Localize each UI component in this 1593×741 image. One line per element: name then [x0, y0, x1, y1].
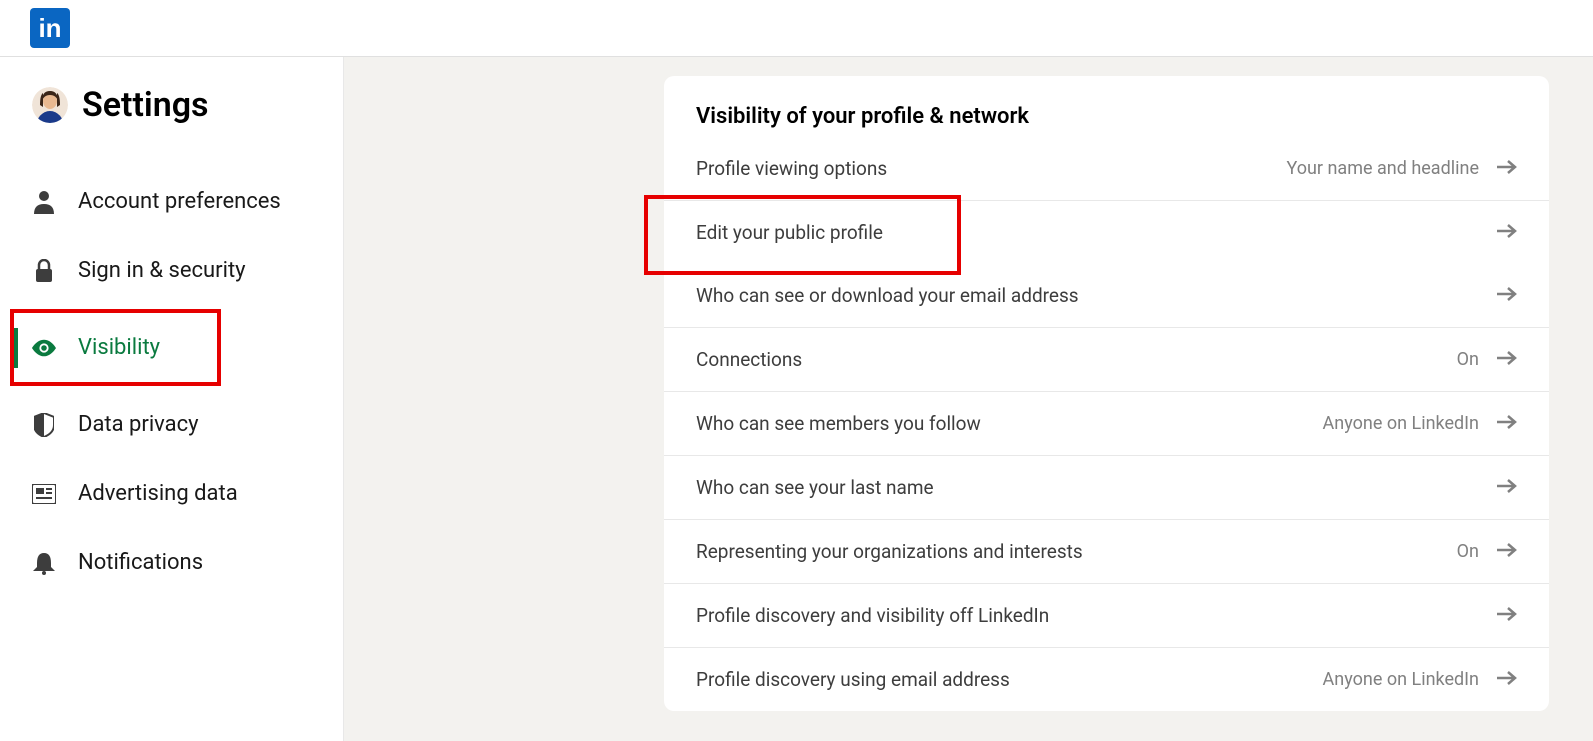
highlight-annotation-sidebar: Visibility: [10, 309, 221, 386]
setting-label: Profile discovery and visibility off Lin…: [696, 604, 1049, 627]
sidebar-item-data-privacy[interactable]: Data privacy: [0, 390, 343, 459]
setting-right: On: [1457, 349, 1517, 370]
setting-row-members-you-follow[interactable]: Who can see members you follow Anyone on…: [664, 392, 1549, 456]
setting-row-profile-discovery-email[interactable]: Profile discovery using email address An…: [664, 648, 1549, 711]
setting-row-edit-public-profile[interactable]: Edit your public profile: [664, 201, 1549, 264]
sidebar-item-sign-in-security[interactable]: Sign in & security: [0, 236, 343, 305]
setting-label: Who can see members you follow: [696, 412, 981, 435]
setting-right: Anyone on LinkedIn: [1323, 669, 1517, 690]
linkedin-logo[interactable]: in: [30, 8, 70, 48]
newspaper-icon: [32, 482, 56, 506]
section-title: Visibility of your profile & network: [664, 104, 1549, 137]
avatar[interactable]: [32, 87, 68, 123]
eye-icon: [32, 336, 56, 360]
setting-row-last-name[interactable]: Who can see your last name: [664, 456, 1549, 520]
setting-label: Profile viewing options: [696, 157, 887, 180]
setting-row-profile-viewing-options[interactable]: Profile viewing options Your name and he…: [664, 137, 1549, 201]
setting-label: Who can see or download your email addre…: [696, 284, 1079, 307]
sidebar-item-label: Advertising data: [78, 481, 238, 506]
sidebar-item-advertising-data[interactable]: Advertising data: [0, 459, 343, 528]
bell-icon: [32, 551, 56, 575]
setting-row-email-visibility[interactable]: Who can see or download your email addre…: [664, 264, 1549, 328]
arrow-right-icon: [1497, 223, 1517, 243]
setting-row-connections[interactable]: Connections On: [664, 328, 1549, 392]
container: Settings Account preferences Sign in & s…: [0, 57, 1593, 741]
setting-right: [1479, 606, 1517, 626]
setting-right: Your name and headline: [1286, 158, 1517, 179]
setting-label: Profile discovery using email address: [696, 668, 1010, 691]
arrow-right-icon: [1497, 286, 1517, 306]
setting-value: On: [1457, 349, 1479, 370]
main-area: Visibility of your profile & network Pro…: [344, 57, 1593, 741]
sidebar: Settings Account preferences Sign in & s…: [0, 57, 344, 741]
sidebar-item-label: Sign in & security: [78, 258, 246, 283]
setting-right: [1479, 478, 1517, 498]
arrow-right-icon: [1497, 606, 1517, 626]
arrow-right-icon: [1497, 478, 1517, 498]
setting-right: [1479, 223, 1517, 243]
setting-label: Who can see your last name: [696, 476, 934, 499]
sidebar-item-label: Data privacy: [78, 412, 199, 437]
sidebar-item-label: Visibility: [78, 335, 160, 360]
arrow-right-icon: [1497, 670, 1517, 690]
setting-value: Anyone on LinkedIn: [1323, 669, 1479, 690]
setting-label: Connections: [696, 348, 802, 371]
setting-row-representing-orgs[interactable]: Representing your organizations and inte…: [664, 520, 1549, 584]
arrow-right-icon: [1497, 159, 1517, 179]
setting-label: Edit your public profile: [696, 221, 883, 244]
setting-right: Anyone on LinkedIn: [1323, 413, 1517, 434]
person-icon: [32, 190, 56, 214]
arrow-right-icon: [1497, 414, 1517, 434]
sidebar-item-label: Notifications: [78, 550, 203, 575]
arrow-right-icon: [1497, 542, 1517, 562]
sidebar-item-account-preferences[interactable]: Account preferences: [0, 167, 343, 236]
sidebar-item-label: Account preferences: [78, 189, 281, 214]
sidebar-item-notifications[interactable]: Notifications: [0, 528, 343, 597]
shield-icon: [32, 413, 56, 437]
top-bar: in: [0, 0, 1593, 57]
content-card: Visibility of your profile & network Pro…: [664, 76, 1549, 711]
lock-icon: [32, 259, 56, 283]
sidebar-item-visibility[interactable]: Visibility: [14, 313, 217, 382]
page-title: Settings: [82, 85, 209, 125]
arrow-right-icon: [1497, 350, 1517, 370]
setting-right: On: [1457, 541, 1517, 562]
setting-value: Your name and headline: [1286, 158, 1479, 179]
sidebar-header: Settings: [0, 85, 343, 125]
setting-label: Representing your organizations and inte…: [696, 540, 1083, 563]
setting-row-profile-discovery-off-linkedin[interactable]: Profile discovery and visibility off Lin…: [664, 584, 1549, 648]
setting-right: [1479, 286, 1517, 306]
setting-value: Anyone on LinkedIn: [1323, 413, 1479, 434]
setting-value: On: [1457, 541, 1479, 562]
row-wrapper: Edit your public profile: [664, 201, 1549, 264]
